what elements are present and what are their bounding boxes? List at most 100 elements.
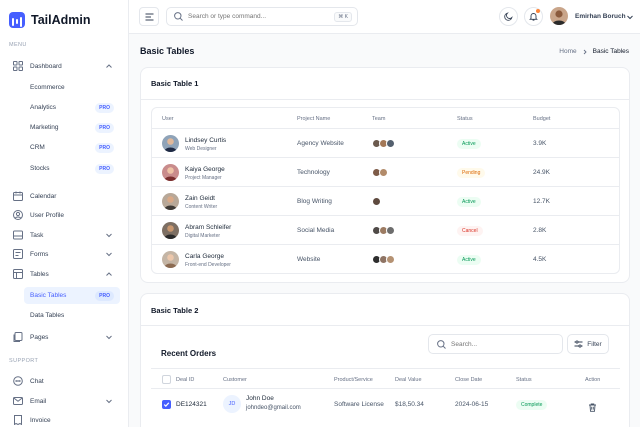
global-search[interactable]: ⌘ K xyxy=(166,7,358,26)
select-all-checkbox[interactable] xyxy=(162,375,171,384)
column-header-user: User xyxy=(162,116,174,122)
close-date: 2024-06-15 xyxy=(455,401,489,408)
project-name: Website xyxy=(297,256,321,263)
user-role: Content Writer xyxy=(185,204,218,210)
delete-button[interactable] xyxy=(588,399,597,417)
avatar xyxy=(162,222,179,239)
deal-id: DE124321 xyxy=(176,401,207,408)
sidebar: TailAdmin MENU Dashboard Ecommerce Analy… xyxy=(0,0,129,427)
card-divider xyxy=(141,99,629,100)
row-checkbox[interactable] xyxy=(162,400,171,409)
sidebar-item-label: Dashboard xyxy=(30,62,62,70)
team-avatars xyxy=(372,168,388,177)
sidebar-subitem-stocks[interactable]: Stocks PRO xyxy=(24,160,120,177)
sidebar-item-pages[interactable]: Pages xyxy=(8,328,120,346)
orders-table-header: Deal ID Customer Product/Service Deal Va… xyxy=(151,368,620,389)
chevron-down-icon xyxy=(106,335,112,340)
customer-initials-avatar: JD xyxy=(223,395,241,413)
sidebar-item-task[interactable]: Task xyxy=(8,226,120,244)
breadcrumb-home[interactable]: Home xyxy=(559,48,576,55)
filter-button[interactable]: Filter xyxy=(567,334,609,354)
chevron-down-icon[interactable] xyxy=(626,13,634,21)
recent-orders-title: Recent Orders xyxy=(161,349,217,358)
team-avatars xyxy=(372,226,395,235)
sidebar-item-email[interactable]: Email xyxy=(8,392,120,410)
column-header-action: Action xyxy=(585,377,601,383)
budget: 2.8K xyxy=(533,227,547,234)
status-badge: Active xyxy=(457,139,481,149)
column-header-close-date: Close Date xyxy=(455,377,483,383)
sidebar-item-calendar[interactable]: Calendar xyxy=(8,187,120,205)
sidebar-subitem-label: Basic Tables xyxy=(30,292,67,299)
top-header: ⌘ K Emirhan Boruch xyxy=(129,0,640,34)
table-row: Zain Geidt Content Writer Blog Writing A… xyxy=(152,186,619,215)
menu-icon xyxy=(145,13,153,20)
budget: 4.5K xyxy=(533,256,547,263)
sidebar-subitem-label: CRM xyxy=(30,144,45,151)
shortcut-hint: ⌘ K xyxy=(334,12,352,22)
column-header-status: Status xyxy=(516,377,532,383)
user-name[interactable]: Emirhan Boruch xyxy=(575,13,626,20)
sidebar-item-tables[interactable]: Tables xyxy=(8,265,120,283)
orders-search-input[interactable] xyxy=(451,340,551,348)
user-role: Project Manager xyxy=(185,175,222,181)
sidebar-item-dashboard[interactable]: Dashboard xyxy=(8,57,120,75)
column-header-team: Team xyxy=(372,116,386,122)
logo-icon xyxy=(9,12,25,28)
chevron-right-icon xyxy=(583,49,587,54)
sidebar-toggle-button[interactable] xyxy=(139,7,159,26)
pro-badge: PRO xyxy=(95,291,114,301)
sidebar-subitem-label: Ecommerce xyxy=(30,84,65,91)
filter-icon xyxy=(574,340,583,348)
sidebar-item-label: User Profile xyxy=(30,211,64,219)
sidebar-item-invoice[interactable]: Invoice xyxy=(8,411,120,427)
sidebar-subitem-data-tables[interactable]: Data Tables xyxy=(24,307,120,324)
sidebar-item-forms[interactable]: Forms xyxy=(8,245,120,263)
user-name: Kaiya George xyxy=(185,166,225,173)
sidebar-subitem-basic-tables[interactable]: Basic Tables PRO xyxy=(24,287,120,304)
budget: 3.9K xyxy=(533,140,547,147)
sidebar-item-chat[interactable]: Chat xyxy=(8,372,120,390)
invoice-icon xyxy=(13,415,23,425)
orders-search[interactable] xyxy=(428,334,563,354)
chevron-up-icon xyxy=(106,272,112,276)
project-name: Agency Website xyxy=(297,140,344,147)
sidebar-subitem-ecommerce[interactable]: Ecommerce xyxy=(24,79,120,96)
sidebar-subitem-label: Stocks xyxy=(30,165,50,172)
support-heading: SUPPORT xyxy=(9,358,39,364)
logo[interactable]: TailAdmin xyxy=(9,12,91,28)
sidebar-subitem-label: Data Tables xyxy=(30,312,65,319)
card-title: Basic Table 1 xyxy=(151,79,199,88)
user-role: Front-end Developer xyxy=(185,262,231,268)
chevron-down-icon xyxy=(106,252,112,257)
status-badge: Complete xyxy=(516,400,548,410)
budget: 24.9K xyxy=(533,169,550,176)
user-avatar[interactable] xyxy=(550,7,568,25)
sidebar-item-label: Invoice xyxy=(30,416,51,424)
sidebar-item-label: Calendar xyxy=(30,192,57,200)
page-title: Basic Tables xyxy=(140,46,195,56)
user-name: Carla George xyxy=(185,253,225,260)
theme-toggle-button[interactable] xyxy=(499,7,518,26)
user-circle-icon xyxy=(13,210,23,220)
basic-table-1-card: Basic Table 1 User Project Name Team Sta… xyxy=(140,67,630,283)
team-avatars xyxy=(372,197,381,206)
sidebar-subitem-analytics[interactable]: Analytics PRO xyxy=(24,99,120,116)
task-icon xyxy=(13,230,23,240)
search-input[interactable] xyxy=(188,13,328,20)
project-name: Social Media xyxy=(297,227,335,234)
form-icon xyxy=(13,249,23,259)
breadcrumb-current: Basic Tables xyxy=(592,48,629,55)
sidebar-item-label: Chat xyxy=(30,377,44,385)
grid-icon xyxy=(13,61,23,71)
column-header-budget: Budget xyxy=(533,116,551,122)
sidebar-item-user-profile[interactable]: User Profile xyxy=(8,206,120,224)
menu-heading: MENU xyxy=(9,42,27,48)
sidebar-subitem-crm[interactable]: CRM PRO xyxy=(24,139,120,156)
customer-name: John Doe xyxy=(246,395,274,402)
sidebar-subitem-marketing[interactable]: Marketing PRO xyxy=(24,119,120,136)
notification-button[interactable] xyxy=(524,7,543,26)
search-icon xyxy=(437,339,446,349)
project-name: Blog Writing xyxy=(297,198,332,205)
bell-icon xyxy=(529,13,538,21)
